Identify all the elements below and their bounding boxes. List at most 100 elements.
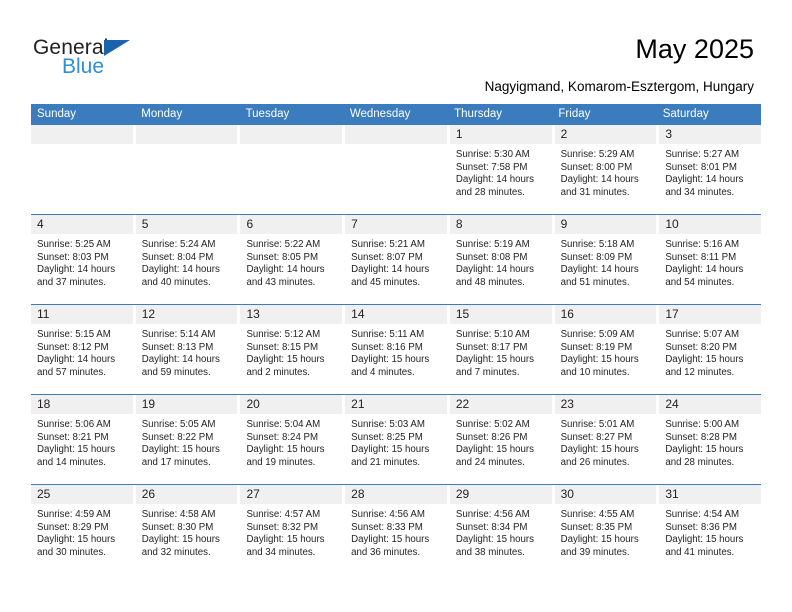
page-title: May 2025 <box>635 34 754 64</box>
day-details: Sunrise: 5:06 AM Sunset: 8:21 PM Dayligh… <box>31 414 133 469</box>
sunset-text: Sunset: 8:28 PM <box>665 431 737 443</box>
weekday-header-row: Sunday Monday Tuesday Wednesday Thursday… <box>31 104 761 125</box>
day-number: 10 <box>659 215 762 234</box>
sunset-text: Sunset: 8:25 PM <box>351 431 423 443</box>
daylight-text-line1: Daylight: 15 hours <box>37 444 116 456</box>
sunset-text: Sunset: 8:08 PM <box>455 251 528 263</box>
calendar-day-cell[interactable] <box>345 125 450 214</box>
logo-text-blue: Blue <box>62 55 105 78</box>
day-details: Sunrise: 5:00 AM Sunset: 8:28 PM Dayligh… <box>659 414 761 469</box>
daylight-text-line2: and 2 minutes. <box>246 366 310 378</box>
calendar-day-cell[interactable]: 2 Sunrise: 5:29 AM Sunset: 8:00 PM Dayli… <box>554 125 660 214</box>
day-details: Sunrise: 5:27 AM Sunset: 8:01 PM Dayligh… <box>659 144 761 199</box>
day-number: 18 <box>31 395 133 414</box>
sunset-text: Sunset: 8:09 PM <box>560 251 633 263</box>
sunset-text: Sunset: 8:13 PM <box>141 341 214 353</box>
sunset-text: Sunset: 7:58 PM <box>455 161 528 173</box>
daylight-text-line2: and 30 minutes. <box>37 546 106 558</box>
daylight-text-line1: Daylight: 14 hours <box>246 264 325 276</box>
general-blue-logo[interactable]: General Blue <box>33 36 233 82</box>
calendar-day-cell[interactable]: 28 Sunrise: 4:56 AM Sunset: 8:33 PM Dayl… <box>345 485 450 574</box>
daylight-text-line2: and 48 minutes. <box>455 276 525 288</box>
day-number <box>31 125 133 144</box>
daylight-text-line1: Daylight: 15 hours <box>351 444 430 456</box>
sunset-text: Sunset: 8:36 PM <box>665 521 737 533</box>
daylight-text-line1: Daylight: 14 hours <box>455 264 534 276</box>
calendar-day-cell[interactable]: 23 Sunrise: 5:01 AM Sunset: 8:27 PM Dayl… <box>554 395 660 484</box>
day-number: 16 <box>554 305 657 324</box>
calendar-day-cell[interactable]: 3 Sunrise: 5:27 AM Sunset: 8:01 PM Dayli… <box>659 125 762 214</box>
calendar-day-cell[interactable]: 1 Sunrise: 5:30 AM Sunset: 7:58 PM Dayli… <box>449 125 555 214</box>
calendar-day-cell[interactable]: 15 Sunrise: 5:10 AM Sunset: 8:17 PM Dayl… <box>449 305 555 394</box>
calendar-day-cell[interactable]: 18 Sunrise: 5:06 AM Sunset: 8:21 PM Dayl… <box>31 395 136 484</box>
sunset-text: Sunset: 8:22 PM <box>141 431 214 443</box>
daylight-text-line1: Daylight: 15 hours <box>560 444 639 456</box>
calendar-day-cell[interactable]: 10 Sunrise: 5:16 AM Sunset: 8:11 PM Dayl… <box>659 215 762 304</box>
sunrise-text: Sunrise: 5:25 AM <box>37 239 111 250</box>
day-details: Sunrise: 5:16 AM Sunset: 8:11 PM Dayligh… <box>659 234 761 289</box>
calendar-day-cell[interactable] <box>31 125 136 214</box>
calendar-day-cell[interactable]: 26 Sunrise: 4:58 AM Sunset: 8:30 PM Dayl… <box>135 485 241 574</box>
calendar-day-cell[interactable]: 21 Sunrise: 5:03 AM Sunset: 8:25 PM Dayl… <box>345 395 450 484</box>
day-number: 22 <box>449 395 552 414</box>
calendar-day-cell[interactable]: 9 Sunrise: 5:18 AM Sunset: 8:09 PM Dayli… <box>554 215 660 304</box>
calendar-day-cell[interactable]: 31 Sunrise: 4:54 AM Sunset: 8:36 PM Dayl… <box>659 485 762 574</box>
day-details: Sunrise: 4:59 AM Sunset: 8:29 PM Dayligh… <box>31 504 133 559</box>
daylight-text-line1: Daylight: 14 hours <box>665 264 744 276</box>
sunset-text: Sunset: 8:27 PM <box>560 431 633 443</box>
day-details: Sunrise: 5:24 AM Sunset: 8:04 PM Dayligh… <box>136 234 238 289</box>
day-details: Sunrise: 5:11 AM Sunset: 8:16 PM Dayligh… <box>345 324 447 379</box>
day-number: 17 <box>659 305 762 324</box>
day-number: 24 <box>659 395 762 414</box>
daylight-text-line2: and 4 minutes. <box>351 366 415 378</box>
daylight-text-line2: and 43 minutes. <box>246 276 316 288</box>
calendar-day-cell[interactable]: 19 Sunrise: 5:05 AM Sunset: 8:22 PM Dayl… <box>135 395 241 484</box>
day-details: Sunrise: 5:02 AM Sunset: 8:26 PM Dayligh… <box>450 414 552 469</box>
calendar-day-cell[interactable]: 25 Sunrise: 4:59 AM Sunset: 8:29 PM Dayl… <box>31 485 136 574</box>
calendar-day-cell[interactable]: 8 Sunrise: 5:19 AM Sunset: 8:08 PM Dayli… <box>449 215 555 304</box>
daylight-text-line1: Daylight: 15 hours <box>455 354 534 366</box>
day-number: 31 <box>659 485 762 504</box>
daylight-text-line2: and 12 minutes. <box>665 366 735 378</box>
daylight-text-line2: and 28 minutes. <box>455 186 525 198</box>
calendar-day-cell[interactable]: 20 Sunrise: 5:04 AM Sunset: 8:24 PM Dayl… <box>240 395 346 484</box>
calendar-day-cell[interactable]: 13 Sunrise: 5:12 AM Sunset: 8:15 PM Dayl… <box>240 305 346 394</box>
sunset-text: Sunset: 8:17 PM <box>455 341 528 353</box>
calendar-day-cell[interactable]: 22 Sunrise: 5:02 AM Sunset: 8:26 PM Dayl… <box>449 395 555 484</box>
daylight-text-line2: and 39 minutes. <box>560 546 630 558</box>
sunset-text: Sunset: 8:07 PM <box>351 251 423 263</box>
sunrise-text: Sunrise: 5:10 AM <box>455 329 530 340</box>
sunset-text: Sunset: 8:33 PM <box>351 521 423 533</box>
day-details: Sunrise: 5:25 AM Sunset: 8:03 PM Dayligh… <box>31 234 133 289</box>
day-number: 6 <box>240 215 343 234</box>
calendar-day-cell[interactable] <box>240 125 346 214</box>
daylight-text-line1: Daylight: 15 hours <box>246 444 325 456</box>
sunrise-text: Sunrise: 4:59 AM <box>37 509 111 520</box>
daylight-text-line1: Daylight: 15 hours <box>560 354 639 366</box>
calendar-day-cell[interactable]: 12 Sunrise: 5:14 AM Sunset: 8:13 PM Dayl… <box>135 305 241 394</box>
calendar-day-cell[interactable]: 4 Sunrise: 5:25 AM Sunset: 8:03 PM Dayli… <box>31 215 136 304</box>
calendar-day-cell[interactable]: 14 Sunrise: 5:11 AM Sunset: 8:16 PM Dayl… <box>345 305 450 394</box>
page-header: General Blue May 2025 Nagyigmand, Komaro… <box>0 0 792 100</box>
calendar-day-cell[interactable]: 29 Sunrise: 4:56 AM Sunset: 8:34 PM Dayl… <box>449 485 555 574</box>
calendar-day-cell[interactable] <box>135 125 241 214</box>
day-details: Sunrise: 5:10 AM Sunset: 8:17 PM Dayligh… <box>450 324 552 379</box>
day-details: Sunrise: 5:03 AM Sunset: 8:25 PM Dayligh… <box>345 414 447 469</box>
day-details <box>31 144 133 149</box>
calendar-day-cell[interactable]: 5 Sunrise: 5:24 AM Sunset: 8:04 PM Dayli… <box>135 215 241 304</box>
day-number: 9 <box>554 215 657 234</box>
day-number: 29 <box>449 485 552 504</box>
day-number: 3 <box>659 125 762 144</box>
calendar-day-cell[interactable]: 11 Sunrise: 5:15 AM Sunset: 8:12 PM Dayl… <box>31 305 136 394</box>
sunset-text: Sunset: 8:19 PM <box>560 341 633 353</box>
calendar-day-cell[interactable]: 17 Sunrise: 5:07 AM Sunset: 8:20 PM Dayl… <box>659 305 762 394</box>
sunset-text: Sunset: 8:24 PM <box>246 431 319 443</box>
day-number: 4 <box>31 215 133 234</box>
calendar-day-cell[interactable]: 16 Sunrise: 5:09 AM Sunset: 8:19 PM Dayl… <box>554 305 660 394</box>
calendar-day-cell[interactable]: 24 Sunrise: 5:00 AM Sunset: 8:28 PM Dayl… <box>659 395 762 484</box>
calendar-day-cell[interactable]: 27 Sunrise: 4:57 AM Sunset: 8:32 PM Dayl… <box>240 485 346 574</box>
calendar-day-cell[interactable]: 6 Sunrise: 5:22 AM Sunset: 8:05 PM Dayli… <box>240 215 346 304</box>
daylight-text-line1: Daylight: 15 hours <box>665 534 744 546</box>
calendar-day-cell[interactable]: 7 Sunrise: 5:21 AM Sunset: 8:07 PM Dayli… <box>345 215 450 304</box>
calendar-day-cell[interactable]: 30 Sunrise: 4:55 AM Sunset: 8:35 PM Dayl… <box>554 485 660 574</box>
